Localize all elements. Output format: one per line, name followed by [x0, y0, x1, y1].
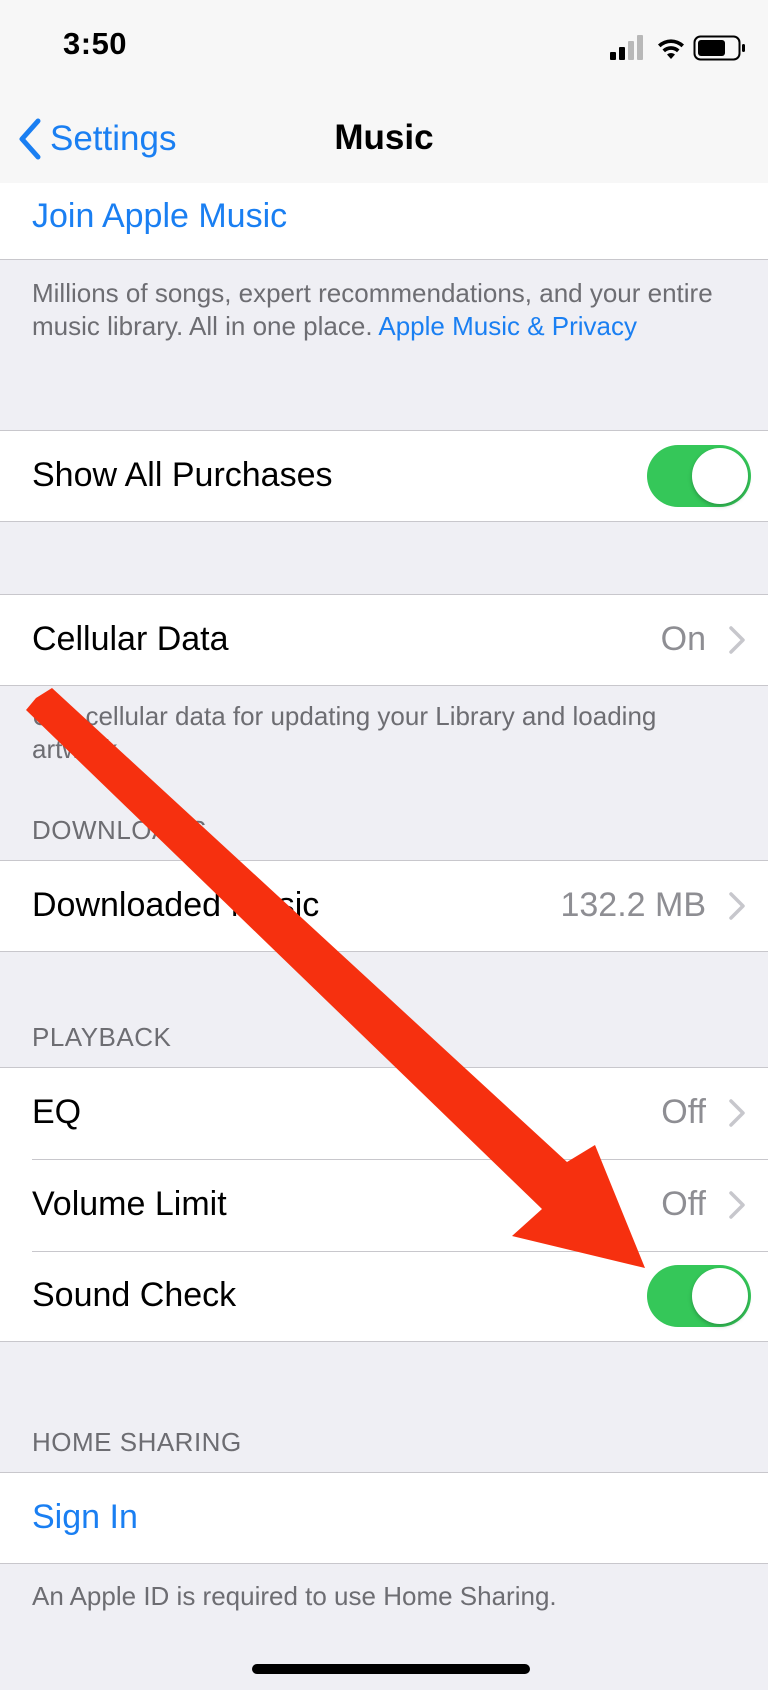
- sound-check-toggle[interactable]: [647, 1265, 751, 1327]
- status-time: 3:50: [63, 26, 128, 61]
- wifi-icon: [658, 39, 684, 59]
- cellular-signal-icon: [610, 35, 643, 60]
- battery-icon: [693, 35, 745, 61]
- volume-limit-row[interactable]: Volume Limit Off: [0, 1160, 768, 1251]
- sign-in-link[interactable]: Sign In: [32, 1498, 138, 1537]
- downloaded-music-row[interactable]: Downloaded Music 132.2 MB: [0, 860, 768, 952]
- join-apple-music-row[interactable]: Join Apple Music: [0, 183, 768, 260]
- join-footer: Millions of songs, expert recommendation…: [32, 277, 732, 343]
- chevron-right-icon: [729, 1191, 745, 1219]
- cellular-data-value: On: [660, 620, 706, 658]
- downloaded-music-label: Downloaded Music: [32, 886, 320, 924]
- home-indicator[interactable]: [252, 1664, 530, 1674]
- show-all-purchases-row: Show All Purchases: [0, 430, 768, 522]
- page-title: Music: [334, 118, 434, 157]
- chevron-right-icon: [729, 626, 745, 654]
- home-sharing-header: HOME SHARING: [32, 1427, 242, 1457]
- show-all-purchases-toggle[interactable]: [647, 445, 751, 507]
- navigation-bar: Settings Music: [0, 100, 768, 184]
- eq-label: EQ: [32, 1093, 82, 1131]
- apple-music-privacy-link[interactable]: Apple Music & Privacy: [378, 311, 637, 341]
- eq-row[interactable]: EQ Off: [0, 1068, 768, 1159]
- sign-in-row[interactable]: Sign In: [0, 1472, 768, 1564]
- show-all-purchases-label: Show All Purchases: [32, 456, 333, 494]
- status-bar: 3:50: [0, 0, 768, 100]
- volume-limit-value: Off: [661, 1185, 706, 1223]
- sound-check-row: Sound Check: [0, 1252, 768, 1342]
- join-apple-music-link[interactable]: Join Apple Music: [32, 197, 287, 236]
- cellular-data-label: Cellular Data: [32, 620, 229, 658]
- chevron-right-icon: [729, 892, 745, 920]
- volume-limit-label: Volume Limit: [32, 1185, 227, 1223]
- home-sharing-footer: An Apple ID is required to use Home Shar…: [32, 1581, 557, 1611]
- downloads-header: DOWNLOADS: [32, 815, 207, 845]
- cellular-footer: Use cellular data for updating your Libr…: [32, 701, 657, 764]
- chevron-right-icon: [729, 1099, 745, 1127]
- toggle-knob: [692, 448, 748, 504]
- status-icons: [610, 34, 750, 62]
- cellular-data-row[interactable]: Cellular Data On: [0, 594, 768, 686]
- playback-group: EQ Off Volume Limit Off Sound Check: [0, 1067, 768, 1342]
- downloaded-music-value: 132.2 MB: [560, 886, 706, 924]
- sound-check-label: Sound Check: [32, 1276, 237, 1314]
- eq-value: Off: [661, 1093, 706, 1131]
- toggle-knob: [692, 1268, 748, 1324]
- playback-header: PLAYBACK: [32, 1022, 172, 1052]
